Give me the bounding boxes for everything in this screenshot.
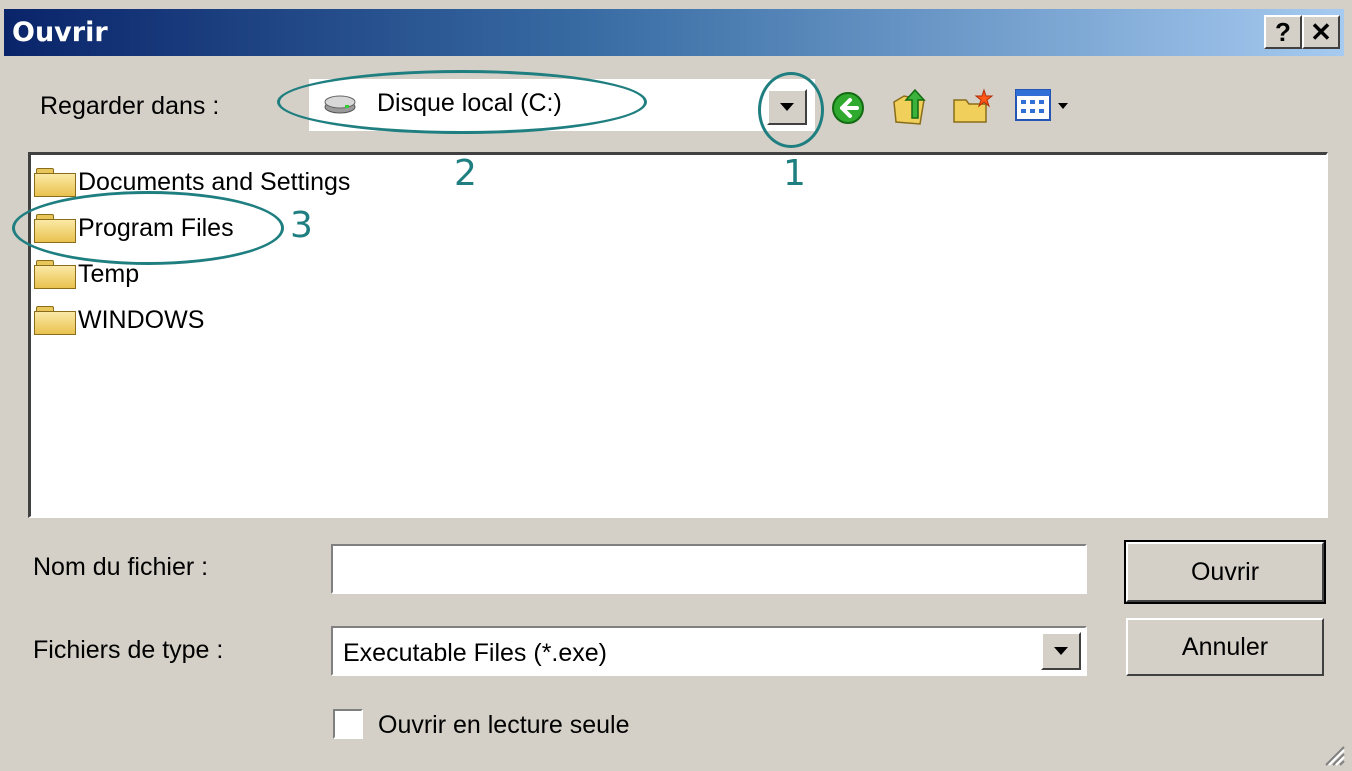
list-item[interactable]: WINDOWS [34,300,204,340]
folder-icon [34,260,76,289]
filetype-select[interactable]: Executable Files (*.exe) [331,626,1087,676]
annotation-ellipse-look-in [277,70,647,134]
up-folder-icon[interactable] [890,86,930,128]
annotation-number-3: 3 [290,205,313,246]
annotation-number-1: 1 [783,153,806,194]
folder-icon [34,168,76,197]
filetype-dropdown-button[interactable] [1041,632,1081,670]
readonly-label[interactable]: Ouvrir en lecture seule [378,711,630,740]
new-folder-icon[interactable] [950,86,994,126]
file-name: WINDOWS [78,305,205,334]
title-bar[interactable]: Ouvrir ? ✕ [4,9,1344,56]
window-title: Ouvrir [12,17,108,48]
folder-icon [34,306,76,335]
filetype-label: Fichiers de type : [33,636,224,664]
filetype-value: Executable Files (*.exe) [343,639,608,667]
close-button[interactable]: ✕ [1302,15,1340,49]
annotation-number-2: 2 [454,153,477,194]
chevron-down-icon [1054,647,1068,655]
back-icon[interactable] [830,90,866,126]
readonly-checkbox[interactable] [333,709,363,739]
annotation-ellipse-dropdown [758,72,824,148]
look-in-label: Regarder dans : [40,92,220,120]
open-button[interactable]: Ouvrir [1124,540,1326,604]
help-button[interactable]: ? [1264,15,1302,49]
annotation-ellipse-program-files [12,191,284,265]
filename-field[interactable] [331,544,1087,594]
open-file-dialog: Ouvrir ? ✕ Regarder dans : Disque local … [0,0,1352,771]
resize-grip-icon[interactable] [1320,741,1346,767]
filename-label: Nom du fichier : [33,553,209,581]
view-menu-icon[interactable] [1014,88,1074,124]
cancel-button[interactable]: Annuler [1126,618,1324,676]
